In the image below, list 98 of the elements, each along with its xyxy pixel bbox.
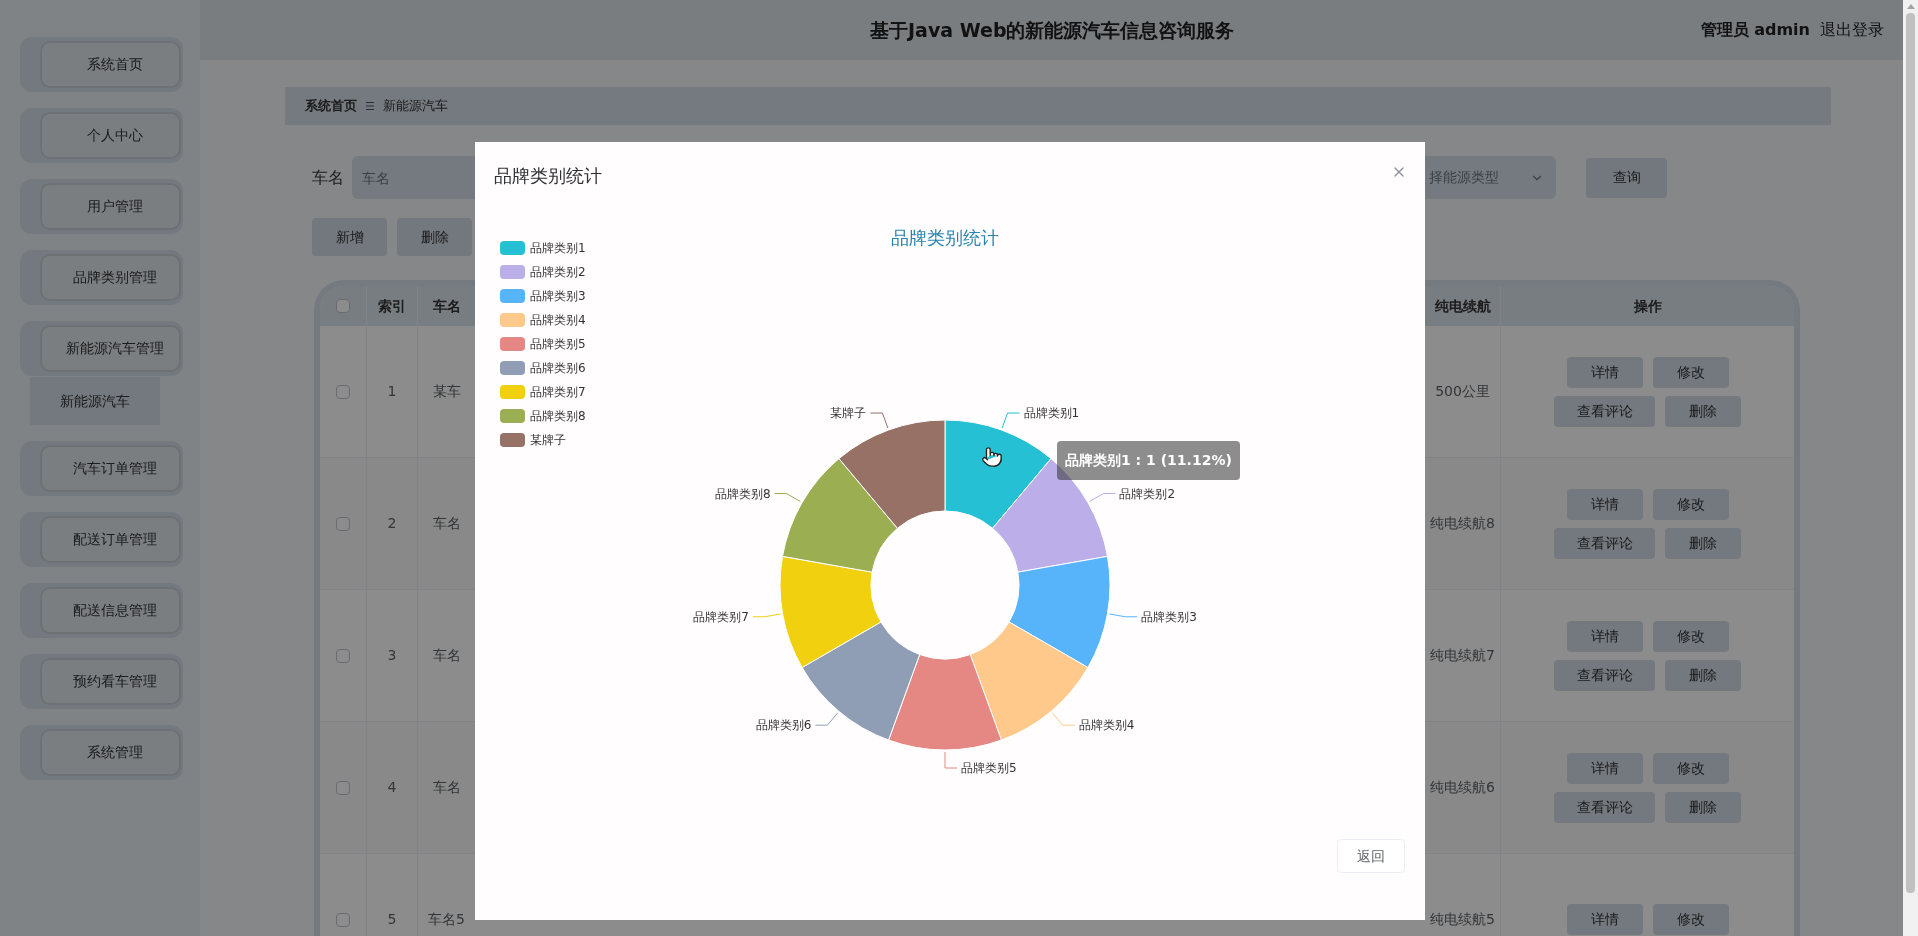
breadcrumb-item[interactable]: 系统首页 — [305, 96, 357, 116]
leader-line — [1051, 712, 1076, 726]
table-cell: 5 — [367, 854, 418, 936]
donut-slice[interactable] — [944, 419, 1052, 529]
legend-label[interactable]: 品牌类别7 — [530, 383, 586, 401]
checkbox[interactable] — [336, 648, 350, 663]
checkbox[interactable] — [336, 912, 350, 927]
query-button[interactable]: 查询 — [1586, 157, 1667, 198]
column-header: 车名 — [431, 296, 462, 316]
breadcrumb-item[interactable]: 新能源汽车 — [383, 96, 448, 116]
legend-label[interactable]: 品牌类别6 — [530, 359, 586, 377]
action-button[interactable]: 修改 — [1652, 356, 1729, 388]
action-button[interactable]: 修改 — [1652, 904, 1729, 936]
legend-label[interactable]: 品牌类别3 — [530, 287, 586, 305]
action-button[interactable]: 详情 — [1566, 488, 1643, 520]
checkbox[interactable] — [336, 516, 350, 531]
slice-label: 品牌类别5 — [961, 761, 1017, 775]
slice-label: 品牌类别4 — [1078, 718, 1135, 733]
chart-tooltip: 品牌类别1 : 1 (11.12%) — [1057, 441, 1240, 480]
legend-label[interactable]: 品牌类别8 — [530, 407, 586, 425]
action-button[interactable]: 修改 — [1652, 620, 1729, 652]
sidebar-item[interactable]: 系统首页 — [20, 37, 183, 92]
donut-slice[interactable] — [838, 419, 946, 529]
donut-slice[interactable] — [888, 654, 1002, 751]
action-button[interactable]: 详情 — [1566, 620, 1643, 652]
leader-line — [944, 751, 958, 769]
action-button[interactable]: 详情 — [1566, 752, 1643, 784]
action-button[interactable]: 查看评论 — [1554, 659, 1655, 691]
leader-line — [1089, 493, 1116, 502]
checkbox[interactable] — [336, 384, 350, 399]
action-button[interactable]: 查看评论 — [1554, 395, 1655, 427]
leader-line — [1001, 412, 1021, 429]
legend-label[interactable]: 品牌类别4 — [530, 311, 586, 329]
table-cell-text: 车名 — [431, 646, 462, 666]
legend-label[interactable]: 品牌类别2 — [530, 263, 586, 281]
table-cell: 4 — [367, 722, 418, 854]
sidebar-item[interactable]: 品牌类别管理 — [20, 250, 183, 305]
action-button[interactable]: 删除 — [1665, 659, 1741, 691]
action-button[interactable]: 修改 — [1652, 488, 1729, 520]
sidebar-item[interactable]: 配送信息管理 — [20, 583, 183, 638]
action-button[interactable]: 查看评论 — [1554, 791, 1655, 823]
column-header: 操作 — [1632, 296, 1663, 316]
leader-line — [774, 493, 801, 502]
slice-label: 品牌类别1 — [1023, 406, 1080, 421]
search-field[interactable]: 车名 — [352, 156, 475, 200]
leader-line — [814, 712, 839, 726]
legend-label[interactable]: 某牌子 — [530, 431, 566, 449]
slice-label: 品牌类别8 — [714, 486, 771, 501]
action-button[interactable]: 修改 — [1652, 752, 1729, 784]
toolbar-button[interactable]: 删除 — [397, 218, 472, 257]
toolbar-button[interactable]: 新增 — [312, 218, 387, 257]
checkbox[interactable] — [336, 299, 350, 314]
slice-label: 品牌类别6 — [755, 718, 812, 733]
sidebar-item[interactable]: 配送订单管理 — [20, 512, 183, 567]
donut-slice[interactable] — [782, 458, 898, 573]
logout-link[interactable]: 退出登录 — [1820, 18, 1884, 42]
sidebar-item[interactable]: 用户管理 — [20, 179, 183, 234]
action-button[interactable]: 删除 — [1665, 791, 1741, 823]
table-cell-text: 车名 — [431, 778, 462, 798]
search-label: 车名 — [312, 166, 345, 189]
energy-type-select[interactable]: 择能源类型 — [1425, 156, 1556, 200]
table-cell: 1 — [367, 326, 418, 458]
sidebar-item[interactable]: 汽车订单管理 — [20, 441, 183, 496]
action-button[interactable]: 删除 — [1665, 395, 1741, 427]
sidebar-item[interactable]: 个人中心 — [20, 108, 183, 163]
scrollbar[interactable] — [1903, 0, 1918, 936]
dialog-title: 品牌类别统计 — [494, 164, 602, 188]
checkbox[interactable] — [336, 780, 350, 795]
user-label: 管理员 admin — [1700, 19, 1810, 41]
leader-line — [752, 613, 782, 618]
action-button[interactable]: 详情 — [1566, 904, 1643, 936]
site-title: 基于Java Web的新能源汽车信息咨询服务 — [870, 18, 1235, 43]
donut-slice[interactable] — [779, 555, 882, 668]
leader-line — [869, 412, 889, 429]
table-cell-text: 车名 — [431, 514, 462, 534]
slice-label: 品牌类别3 — [1141, 609, 1197, 624]
donut-slice[interactable] — [1008, 555, 1111, 668]
cursor-icon — [981, 446, 1003, 468]
leader-line — [1108, 613, 1138, 618]
action-button[interactable]: 详情 — [1566, 356, 1643, 388]
sidebar-item[interactable]: 系统管理 — [20, 725, 183, 780]
submenu-item[interactable]: 新能源汽车 — [30, 377, 160, 425]
slice-label: 品牌类别2 — [1119, 486, 1176, 501]
chart-title: 品牌类别统计 — [891, 227, 999, 248]
table-cell: 2 — [367, 458, 418, 590]
back-button[interactable]: 返回 — [1337, 839, 1405, 873]
table-cell: 3 — [367, 590, 418, 722]
legend-label[interactable]: 品牌类别5 — [530, 335, 586, 353]
slice-label: 某牌子 — [830, 406, 867, 421]
sidebar-item[interactable]: 新能源汽车管理 — [20, 321, 183, 376]
legend-label[interactable]: 品牌类别1 — [530, 239, 586, 257]
menu-icon — [365, 101, 375, 112]
slice-label: 品牌类别7 — [693, 609, 749, 624]
sidebar-item[interactable]: 预约看车管理 — [20, 654, 183, 709]
table-cell-text: 车名5 — [427, 910, 466, 930]
table-cell-text: 某车 — [431, 382, 462, 402]
action-button[interactable]: 删除 — [1665, 527, 1741, 559]
action-button[interactable]: 查看评论 — [1554, 527, 1655, 559]
